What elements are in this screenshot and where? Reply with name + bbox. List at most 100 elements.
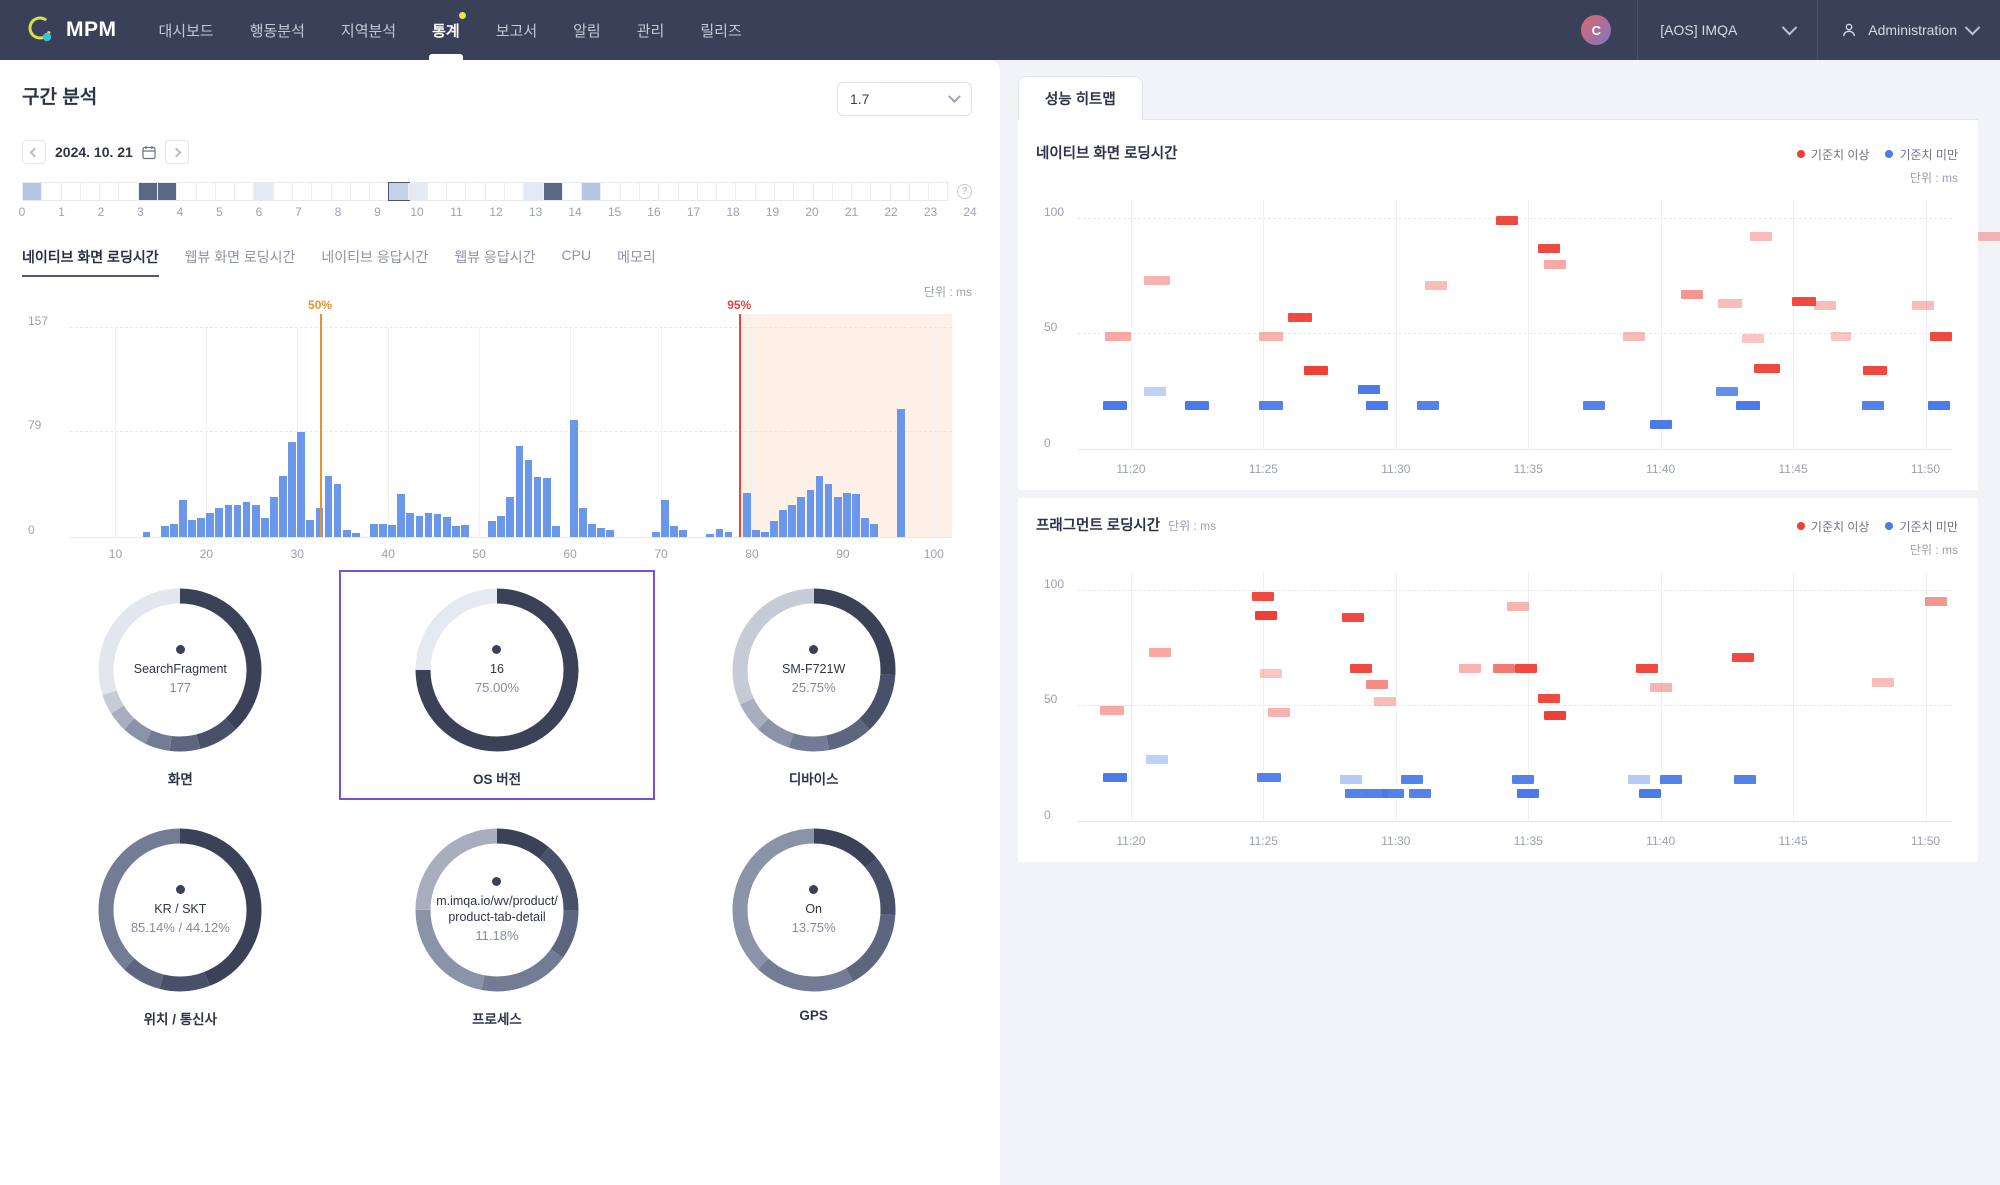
tab-performance-heatmap[interactable]: 성능 히트맵 — [1018, 76, 1143, 120]
histogram-bar[interactable] — [370, 523, 378, 537]
hour-cell[interactable] — [524, 183, 544, 200]
histogram-bar[interactable] — [724, 531, 733, 537]
hour-cell[interactable] — [388, 182, 410, 201]
heatmap-point[interactable] — [1143, 387, 1166, 397]
histogram-bar[interactable] — [251, 505, 260, 537]
heatmap-point[interactable] — [1104, 331, 1131, 341]
heatmap-point[interactable] — [1639, 789, 1662, 799]
histogram-bar[interactable] — [206, 513, 215, 537]
histogram-bar[interactable] — [679, 530, 687, 537]
histogram-bar[interactable] — [715, 529, 724, 537]
donut-card-프로세스[interactable]: m.imqa.io/wv/product/product-tab-detail 1… — [339, 810, 656, 1040]
heatmap-point[interactable] — [1830, 331, 1851, 341]
hour-cell[interactable] — [428, 183, 448, 200]
donut-card-화면[interactable]: SearchFragment 177 화면 — [22, 570, 339, 800]
heatmap-point[interactable] — [1149, 648, 1172, 658]
histogram-bar[interactable] — [306, 519, 315, 537]
histogram-bar[interactable] — [833, 497, 842, 537]
histogram-bar[interactable] — [142, 531, 151, 537]
hour-cell[interactable] — [42, 183, 62, 200]
heatmap-point[interactable] — [1458, 664, 1481, 674]
histogram-bar[interactable] — [570, 419, 578, 537]
hour-cell[interactable] — [408, 183, 428, 200]
nav-item-report[interactable]: 보고서 — [478, 0, 555, 60]
histogram-bar[interactable] — [460, 525, 469, 537]
hour-cell[interactable] — [466, 183, 486, 200]
hour-cell[interactable] — [447, 183, 467, 200]
donut-card-GPS[interactable]: On 13.75% GPS — [655, 810, 972, 1040]
hour-cell[interactable] — [216, 183, 236, 200]
histogram-bar[interactable] — [806, 490, 815, 537]
histogram-bar[interactable] — [433, 514, 442, 537]
heatmap-point[interactable] — [1715, 387, 1738, 397]
heatmap-point[interactable] — [1731, 652, 1754, 662]
histogram-bar[interactable] — [188, 519, 196, 537]
heatmap-point[interactable] — [1925, 597, 1948, 607]
date-next-button[interactable] — [164, 140, 189, 164]
heatmap-point[interactable] — [1408, 789, 1431, 799]
histogram-bar[interactable] — [797, 497, 806, 537]
histogram-bar[interactable] — [606, 530, 615, 537]
histogram-bar[interactable] — [179, 499, 187, 537]
histogram-bar[interactable] — [742, 493, 751, 537]
tab-native-screen-loading[interactable]: 네이티브 화면 로딩시간 — [22, 247, 159, 277]
hour-cell[interactable] — [62, 183, 81, 200]
heatmap-point[interactable] — [1538, 243, 1561, 253]
histogram-bar[interactable] — [824, 483, 833, 537]
heatmap-point[interactable] — [1103, 773, 1128, 783]
heatmap-point[interactable] — [1750, 232, 1773, 242]
hour-cell[interactable] — [717, 183, 737, 200]
hour-cell[interactable] — [370, 183, 390, 200]
hour-cell[interactable] — [157, 183, 178, 200]
hour-cell[interactable] — [332, 183, 351, 200]
heatmap-point[interactable] — [1813, 301, 1836, 311]
heatmap-point[interactable] — [1144, 276, 1171, 286]
heatmap-point[interactable] — [1861, 401, 1884, 411]
heatmap-point[interactable] — [1660, 775, 1683, 785]
hour-cell[interactable] — [601, 183, 621, 200]
hour-cell[interactable] — [563, 183, 583, 200]
histogram-bar[interactable] — [542, 478, 551, 537]
brand-logo-area[interactable]: MPM — [0, 15, 141, 45]
heatmap-point[interactable] — [1345, 789, 1368, 799]
heatmap-point[interactable] — [1304, 366, 1329, 376]
heatmap-point[interactable] — [1742, 333, 1765, 343]
histogram-bar[interactable] — [415, 515, 424, 537]
hour-cell[interactable] — [929, 183, 947, 200]
hour-cell[interactable] — [274, 183, 293, 200]
tab-webview-response[interactable]: 웹뷰 응답시간 — [454, 247, 535, 277]
heatmap-point[interactable] — [1268, 708, 1291, 718]
hour-cell[interactable] — [679, 183, 698, 200]
hour-cell[interactable] — [486, 183, 506, 200]
histogram-bar[interactable] — [160, 526, 169, 537]
heatmap-point[interactable] — [1256, 773, 1281, 783]
hour-cell[interactable] — [254, 183, 274, 200]
histogram-bar[interactable] — [579, 507, 587, 537]
histogram-bar[interactable] — [842, 493, 851, 537]
hour-cell[interactable] — [833, 183, 853, 200]
hour-cell[interactable] — [659, 183, 679, 200]
hour-cell[interactable] — [871, 183, 891, 200]
heatmap-point[interactable] — [1146, 754, 1169, 764]
heatmap-point[interactable] — [1358, 384, 1381, 394]
heatmap-point[interactable] — [1734, 775, 1757, 785]
heatmap-point[interactable] — [1736, 401, 1761, 411]
tab-cpu[interactable]: CPU — [562, 247, 592, 277]
histogram-bar[interactable] — [215, 507, 224, 537]
histogram-bar[interactable] — [297, 431, 306, 537]
donut-card-디바이스[interactable]: SM-F721W 25.75% 디바이스 — [655, 570, 972, 800]
histogram-bar[interactable] — [170, 523, 178, 537]
hour-cell[interactable] — [138, 183, 158, 200]
heatmap-point[interactable] — [1366, 401, 1389, 411]
hour-cell[interactable] — [891, 183, 910, 200]
histogram-bar[interactable] — [451, 526, 460, 537]
heatmap-point[interactable] — [1538, 694, 1561, 704]
hour-cell[interactable] — [910, 183, 930, 200]
user-menu[interactable]: Administration — [1817, 0, 2000, 60]
date-prev-button[interactable] — [22, 140, 46, 164]
hour-cell[interactable] — [100, 183, 120, 200]
histogram-bar[interactable] — [506, 497, 515, 537]
histogram-bar[interactable] — [551, 526, 560, 537]
hour-cell[interactable] — [814, 183, 833, 200]
heatmap-point[interactable] — [1636, 664, 1659, 674]
